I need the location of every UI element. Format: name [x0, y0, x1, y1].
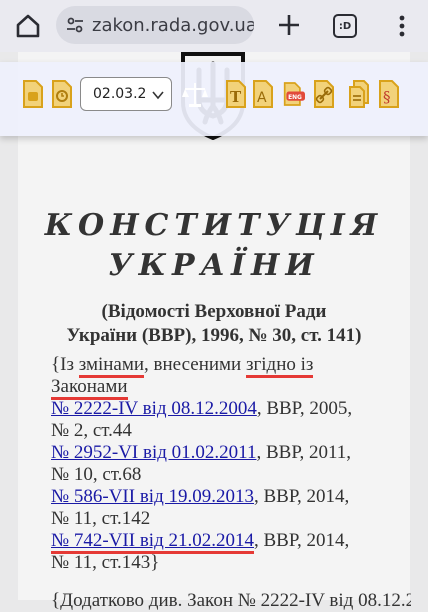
law-entry: № 586-VII від 19.09.2013, ВВР, 2014, — [51, 486, 350, 507]
source-line-2: України (ВВР), 1996, № 30, ст. 141) — [66, 325, 362, 346]
law-entry: № 2222-IV від 08.12.2004, ВВР, 2005, — [51, 398, 353, 419]
date-select[interactable]: 02.03.2 — [80, 77, 172, 111]
law-link[interactable]: № 742-VII від 21.02.2014 — [51, 530, 254, 554]
link-icon[interactable] — [313, 79, 335, 109]
law-link[interactable]: № 586-VII від 19.09.2013 — [51, 486, 254, 507]
highlight-changes: змінами — [78, 354, 145, 378]
more-menu-icon[interactable] — [392, 12, 412, 40]
tab-switcher-button[interactable]: :D — [333, 14, 357, 38]
new-tab-icon[interactable] — [274, 10, 304, 40]
svg-text:ENG: ENG — [288, 95, 302, 101]
amendments-intro: {Із змінами, внесеними згідно із — [51, 354, 401, 378]
svg-text:T: T — [230, 88, 242, 106]
additional-note: {Додатково див. Закон № 2222-IV від 08.1… — [51, 590, 411, 611]
law-link[interactable]: № 2222-IV від 08.12.2004 — [51, 398, 257, 419]
browser-top-bar: zakon.rada.gov.ua/l :D — [0, 0, 428, 52]
text-icon[interactable]: T — [225, 79, 247, 109]
chevron-down-icon — [152, 91, 164, 100]
law-link[interactable]: № 2952-VI від 01.02.2011 — [51, 442, 256, 463]
title-line-1: КОНСТИТУЦІЯ — [44, 208, 384, 243]
source-line-1: (Відомості Верховної Ради — [101, 301, 327, 322]
paragraph-icon[interactable]: § — [378, 79, 400, 109]
document-source: (Відомості Верховної Ради України (ВВР),… — [18, 300, 410, 348]
document-title: КОНСТИТУЦІЯ УКРАЇНИ — [18, 206, 410, 286]
scales-icon[interactable] — [182, 79, 208, 109]
svg-text:A: A — [257, 90, 267, 106]
text-a-icon[interactable]: A — [252, 79, 274, 109]
law-entry: № 2952-VI від 01.02.2011, ВВР, 2011, — [51, 442, 352, 463]
date-select-value: 02.03.2 — [93, 86, 147, 102]
highlight-according: згідно із — [245, 354, 314, 378]
home-icon[interactable] — [14, 12, 42, 40]
title-line-2: УКРАЇНИ — [108, 248, 320, 283]
amendments-block: {Із змінами, внесеними згідно із Законам… — [51, 354, 401, 574]
history-icon[interactable] — [51, 79, 73, 109]
document-icon[interactable] — [22, 79, 44, 109]
site-settings-icon[interactable] — [66, 16, 84, 34]
document-toolbar: 02.03.2 T A ENG § — [0, 62, 428, 136]
copy-icon[interactable] — [348, 79, 370, 109]
svg-text:§: § — [383, 88, 391, 106]
url-bar[interactable]: zakon.rada.gov.ua/l — [56, 6, 254, 44]
law-entry: № 742-VII від 21.02.2014, ВВР, 2014, — [51, 530, 401, 554]
eng-icon[interactable]: ENG — [283, 79, 305, 109]
highlight-laws: Законами — [51, 376, 128, 400]
url-text[interactable]: zakon.rada.gov.ua/l — [92, 15, 254, 36]
